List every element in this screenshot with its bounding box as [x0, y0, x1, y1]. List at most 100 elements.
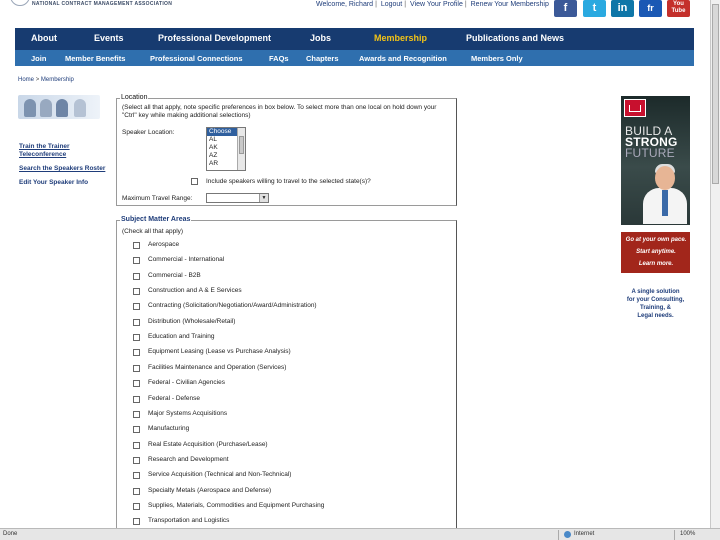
- subject-legend: Subject Matter Areas: [120, 216, 192, 223]
- subnav-chapters[interactable]: Chapters: [306, 54, 339, 63]
- travel-checkbox[interactable]: [191, 178, 198, 185]
- location-instructions: (Select all that apply, note specific pr…: [122, 104, 437, 119]
- globe-icon: [564, 531, 571, 538]
- subnav-join[interactable]: Join: [31, 54, 46, 63]
- subject-checkbox[interactable]: [133, 364, 140, 372]
- subject-label: Specialty Metals (Aerospace and Defense): [148, 486, 272, 494]
- subject-checkbox[interactable]: [133, 487, 140, 495]
- subnav-awards[interactable]: Awards and Recognition: [359, 54, 447, 63]
- nav-events[interactable]: Events: [94, 33, 124, 43]
- subject-checkbox[interactable]: [133, 318, 140, 326]
- nav-about[interactable]: About: [31, 33, 57, 43]
- breadcrumb: Home > Membership: [18, 77, 74, 83]
- army-corps-ad[interactable]: BUILD A STRONG FUTURE: [621, 96, 690, 225]
- facebook-icon[interactable]: f: [554, 0, 577, 17]
- subject-checkbox[interactable]: [133, 395, 140, 403]
- subject-checkbox[interactable]: [133, 426, 140, 434]
- search-speakers-roster-link[interactable]: Search the Speakers Roster: [19, 165, 105, 173]
- friendfeed-icon[interactable]: fr: [639, 0, 662, 17]
- speakers-banner-image: [18, 95, 100, 119]
- breadcrumb-membership[interactable]: Membership: [41, 77, 74, 83]
- location-option[interactable]: AK: [207, 144, 239, 152]
- secondary-nav: Join Member Benefits Professional Connec…: [15, 50, 694, 66]
- subject-checkbox[interactable]: [133, 349, 140, 357]
- scrollbar-thumb[interactable]: [712, 4, 719, 184]
- subject-label: Facilities Maintenance and Operation (Se…: [148, 363, 287, 371]
- browser-status-bar: Done Internet 100%: [0, 528, 720, 540]
- nav-jobs[interactable]: Jobs: [310, 33, 331, 43]
- max-travel-select[interactable]: ▼: [206, 193, 269, 203]
- nav-membership[interactable]: Membership: [374, 33, 427, 43]
- subject-checkbox[interactable]: [133, 272, 140, 280]
- subject-label: Distribution (Wholesale/Retail): [148, 317, 236, 325]
- subject-checkbox[interactable]: [133, 410, 140, 418]
- subject-label: Manufacturing: [148, 425, 190, 433]
- twitter-icon[interactable]: t: [583, 0, 606, 17]
- edit-speaker-info-link[interactable]: Edit Your Speaker Info: [19, 179, 88, 187]
- max-travel-label: Maximum Travel Range:: [122, 195, 193, 202]
- location-select-scrollbar[interactable]: [237, 128, 245, 170]
- nav-professional-development[interactable]: Professional Development: [158, 33, 271, 43]
- linkedin-icon[interactable]: in: [611, 0, 634, 17]
- logout-link[interactable]: Logout: [381, 1, 402, 8]
- location-option[interactable]: AZ: [207, 152, 239, 160]
- location-option[interactable]: AR: [207, 160, 239, 168]
- subject-checkbox[interactable]: [133, 456, 140, 464]
- subject-label: Education and Training: [148, 333, 215, 341]
- welcome-text: Welcome, Richard: [316, 1, 374, 8]
- subject-checkbox[interactable]: [133, 472, 140, 480]
- subject-label: Service Acquisition (Technical and Non-T…: [148, 471, 292, 479]
- view-profile-link[interactable]: View Your Profile: [410, 1, 463, 8]
- subnav-members-only[interactable]: Members Only: [471, 54, 523, 63]
- subject-label: Commercial - International: [148, 256, 225, 264]
- castle-logo-icon: [624, 99, 646, 117]
- page-scrollbar[interactable]: [710, 0, 720, 528]
- subject-checkbox[interactable]: [133, 334, 140, 342]
- subject-label: Supplies, Materials, Commodities and Equ…: [148, 501, 325, 509]
- subject-label: Major Systems Acquisitions: [148, 409, 228, 417]
- utility-links: Welcome, Richard | Logout | View Your Prof…: [316, 1, 549, 8]
- subnav-professional-connections[interactable]: Professional Connections: [150, 54, 243, 63]
- nav-publications[interactable]: Publications and News: [466, 33, 564, 43]
- location-option[interactable]: Choose: [207, 128, 239, 136]
- subject-instructions: (Check all that apply): [122, 228, 184, 235]
- subject-label: Construction and A & E Services: [148, 287, 242, 295]
- renew-membership-link[interactable]: Renew Your Membership: [471, 1, 549, 8]
- location-legend: Location: [120, 94, 149, 101]
- subject-label: Commercial - B2B: [148, 271, 201, 279]
- breadcrumb-home[interactable]: Home: [18, 77, 34, 83]
- ad-headline: BUILD A STRONG FUTURE: [625, 124, 678, 160]
- status-text: Done: [3, 531, 18, 537]
- subject-label: Aerospace: [148, 241, 180, 248]
- subject-checkbox[interactable]: [133, 303, 140, 311]
- ncma-logo[interactable]: [10, 0, 30, 6]
- subject-checkbox[interactable]: [133, 502, 140, 510]
- subject-checkbox[interactable]: [133, 380, 140, 388]
- subject-checkbox[interactable]: [133, 242, 140, 249]
- subject-label: Research and Development: [148, 455, 229, 463]
- subnav-faqs[interactable]: FAQs: [269, 54, 289, 63]
- speaker-location-label: Speaker Location:: [122, 129, 175, 136]
- org-name: NATIONAL CONTRACT MANAGEMENT ASSOCIATION: [32, 1, 173, 7]
- subject-checkbox[interactable]: [133, 518, 140, 526]
- subject-label: Transportation and Logistics: [148, 517, 230, 525]
- online-courses-ad[interactable]: Go at your own pace. Start anytime. Lear…: [621, 232, 690, 273]
- primary-nav: About Events Professional Development Jo…: [15, 28, 694, 50]
- subject-label: Real Estate Acquisition (Purchase/Lease): [148, 440, 268, 448]
- location-option[interactable]: AL: [207, 136, 239, 144]
- subject-checkbox[interactable]: [133, 257, 140, 265]
- subject-label: Federal - Civilian Agencies: [148, 379, 225, 387]
- subnav-member-benefits[interactable]: Member Benefits: [65, 54, 125, 63]
- consulting-ad[interactable]: A single solution for your Consulting, T…: [621, 288, 690, 320]
- subject-label: Contracting (Solicitation/Negotiation/Aw…: [148, 302, 317, 310]
- zoom-level[interactable]: 100%: [680, 531, 695, 537]
- train-the-trainer-link[interactable]: Train the Trainer Teleconference: [19, 143, 99, 159]
- chevron-down-icon[interactable]: ▼: [259, 194, 268, 202]
- subject-checkbox[interactable]: [133, 288, 140, 296]
- youtube-icon[interactable]: You Tube: [667, 0, 690, 17]
- subject-checkbox[interactable]: [133, 441, 140, 449]
- travel-label: Include speakers willing to travel to th…: [206, 178, 371, 185]
- site-header: NATIONAL CONTRACT MANAGEMENT ASSOCIATION…: [0, 0, 720, 27]
- subject-label: Federal - Defense: [148, 394, 201, 402]
- speaker-location-select[interactable]: Choose AL AK AZ AR: [206, 127, 246, 171]
